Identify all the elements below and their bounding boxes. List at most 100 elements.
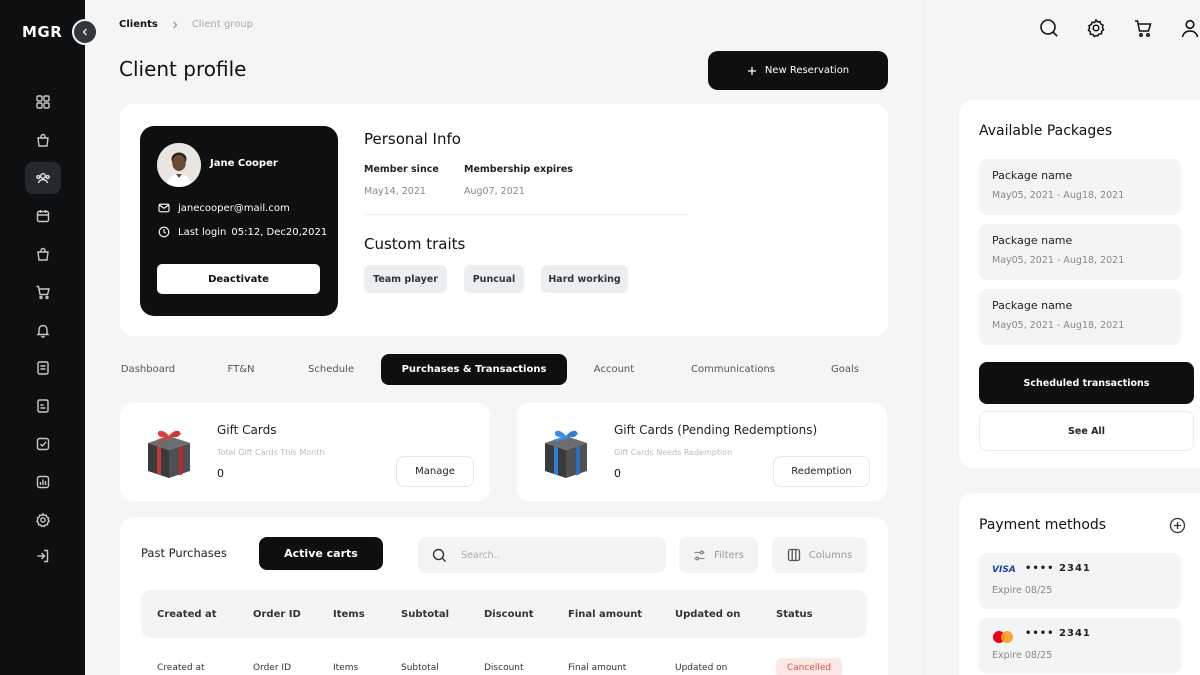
- sidebar-item-reports[interactable]: [25, 352, 61, 384]
- card-number-masked: •••• 2341: [1025, 628, 1091, 639]
- column-header-status[interactable]: Status: [776, 609, 813, 620]
- past-purchases-toggle[interactable]: Past Purchases: [141, 546, 227, 560]
- deactivate-label: Deactivate: [208, 273, 269, 285]
- packages-panel: Available Packages Package name May05, 2…: [959, 100, 1200, 468]
- table-cell: Items: [333, 663, 359, 673]
- package-item[interactable]: Package name May05, 2021 - Aug18, 2021: [979, 159, 1181, 215]
- sidebar-item-invoices[interactable]: [25, 390, 61, 422]
- search-box: [418, 537, 666, 573]
- status-badge: Cancelled: [776, 658, 842, 675]
- sidebar-collapse-button[interactable]: [72, 19, 98, 45]
- tab-ftn[interactable]: FT&N: [219, 354, 263, 385]
- packages-title: Available Packages: [979, 123, 1113, 139]
- membership-expires-value: Aug07, 2021: [464, 186, 525, 197]
- member-since-label: Member since: [364, 164, 439, 175]
- sidebar-item-settings[interactable]: [25, 504, 61, 536]
- add-circle-icon[interactable]: [1169, 517, 1186, 534]
- sidebar-item-notifications[interactable]: [25, 314, 61, 346]
- cart-icon: [1135, 20, 1152, 37]
- sidebar-item-dashboard[interactable]: [25, 86, 61, 118]
- sidebar-item-analytics[interactable]: [25, 466, 61, 498]
- tab-dashboard[interactable]: Dashboard: [119, 354, 177, 385]
- bell-icon: [36, 324, 50, 338]
- package-name: Package name: [992, 234, 1073, 247]
- card-expiry: Expire 08/25: [992, 585, 1053, 596]
- table-cell: Discount: [484, 663, 524, 673]
- column-header-items[interactable]: Items: [333, 609, 365, 620]
- package-item[interactable]: Package name May05, 2021 - Aug18, 2021: [979, 224, 1181, 280]
- gift-cards-pending-value: 0: [614, 467, 621, 480]
- tab-goals[interactable]: Goals: [819, 354, 871, 385]
- gift-box-blue-icon: [545, 430, 587, 478]
- table-cell: Created at: [157, 663, 205, 673]
- column-header-updated-on[interactable]: Updated on: [675, 609, 740, 620]
- filters-button[interactable]: Filters: [679, 537, 758, 573]
- bag-icon: [37, 133, 49, 147]
- mail-icon: [158, 203, 170, 213]
- visa-logo: VISA: [992, 565, 1016, 575]
- bag-icon: [37, 247, 49, 261]
- deactivate-button[interactable]: Deactivate: [157, 264, 320, 294]
- clock-icon: [158, 226, 170, 238]
- profile-button[interactable]: [1176, 14, 1200, 42]
- sidebar-item-shop[interactable]: [25, 124, 61, 156]
- sidebar-item-store[interactable]: [25, 238, 61, 270]
- cart-button[interactable]: [1129, 14, 1157, 42]
- package-item[interactable]: Package name May05, 2021 - Aug18, 2021: [979, 289, 1181, 345]
- settings-button[interactable]: [1082, 14, 1110, 42]
- table-cell: Final amount: [568, 663, 627, 673]
- calendar-icon: [36, 210, 50, 223]
- column-header-final-amount[interactable]: Final amount: [568, 609, 642, 620]
- see-all-button[interactable]: See All: [979, 411, 1194, 451]
- breadcrumb-item-clients[interactable]: Clients: [119, 19, 158, 30]
- gift-cards-card: Gift Cards Total Gift Cards This Month 0…: [120, 403, 490, 501]
- breadcrumb: Clients Client group: [119, 19, 253, 30]
- search-input[interactable]: [461, 549, 641, 561]
- redemption-button[interactable]: Redemption: [773, 456, 870, 487]
- sidebar-item-logout[interactable]: [25, 540, 61, 572]
- columns-icon: [787, 548, 800, 562]
- profile-card: Jane Cooper janecooper@mail.com Last log…: [120, 104, 888, 336]
- column-header-created-at[interactable]: Created at: [157, 609, 217, 620]
- sidebar-item-clients[interactable]: [25, 162, 61, 194]
- column-header-order-id[interactable]: Order ID: [253, 609, 301, 620]
- gift-cards-pending-subtitle: Gift Cards Needs Redemption: [614, 448, 733, 457]
- tab-account[interactable]: Account: [584, 354, 644, 385]
- tab-communications[interactable]: Communications: [679, 354, 787, 385]
- right-panel: Available Packages Package name May05, 2…: [923, 0, 1200, 675]
- payment-methods-panel: Payment methods VISA •••• 2341 Expire 08…: [959, 493, 1200, 675]
- new-reservation-button[interactable]: New Reservation: [708, 51, 888, 90]
- new-reservation-label: New Reservation: [764, 65, 850, 76]
- client-name: Jane Cooper: [210, 158, 278, 169]
- client-email: janecooper@mail.com: [178, 202, 290, 214]
- package-name: Package name: [992, 169, 1073, 182]
- gift-cards-title: Gift Cards: [217, 423, 277, 437]
- sidebar-item-cart[interactable]: [25, 276, 61, 308]
- breadcrumb-item-client-group[interactable]: Client group: [192, 19, 253, 30]
- avatar-image: [157, 143, 201, 187]
- last-login-value: 05:12, Dec20,2021: [231, 226, 328, 238]
- tab-purchases-transactions[interactable]: Purchases & Transactions: [381, 354, 567, 385]
- profile-tabs: Dashboard FT&N Schedule Purchases & Tran…: [119, 354, 889, 385]
- search-button[interactable]: [1035, 14, 1063, 42]
- search-icon: [1040, 19, 1058, 37]
- manage-button[interactable]: Manage: [396, 456, 474, 487]
- chart-icon: [36, 475, 50, 489]
- sidebar-item-tasks[interactable]: [25, 428, 61, 460]
- card-expiry: Expire 08/25: [992, 650, 1053, 661]
- active-carts-toggle[interactable]: Active carts: [259, 537, 383, 570]
- check-square-icon: [36, 437, 50, 451]
- user-icon: [1181, 19, 1199, 38]
- tab-schedule[interactable]: Schedule: [301, 354, 361, 385]
- columns-button[interactable]: Columns: [772, 537, 867, 573]
- payment-card[interactable]: VISA •••• 2341 Expire 08/25: [979, 553, 1181, 609]
- client-email-row: janecooper@mail.com: [158, 202, 290, 214]
- payment-card[interactable]: •••• 2341 Expire 08/25: [979, 618, 1181, 674]
- gift-cards-value: 0: [217, 467, 224, 480]
- sidebar-item-calendar[interactable]: [25, 200, 61, 232]
- scheduled-transactions-button[interactable]: Scheduled transactions: [979, 362, 1194, 404]
- document-icon: [37, 361, 49, 375]
- package-dates: May05, 2021 - Aug18, 2021: [992, 255, 1125, 266]
- column-header-subtotal[interactable]: Subtotal: [401, 609, 449, 620]
- column-header-discount[interactable]: Discount: [484, 609, 534, 620]
